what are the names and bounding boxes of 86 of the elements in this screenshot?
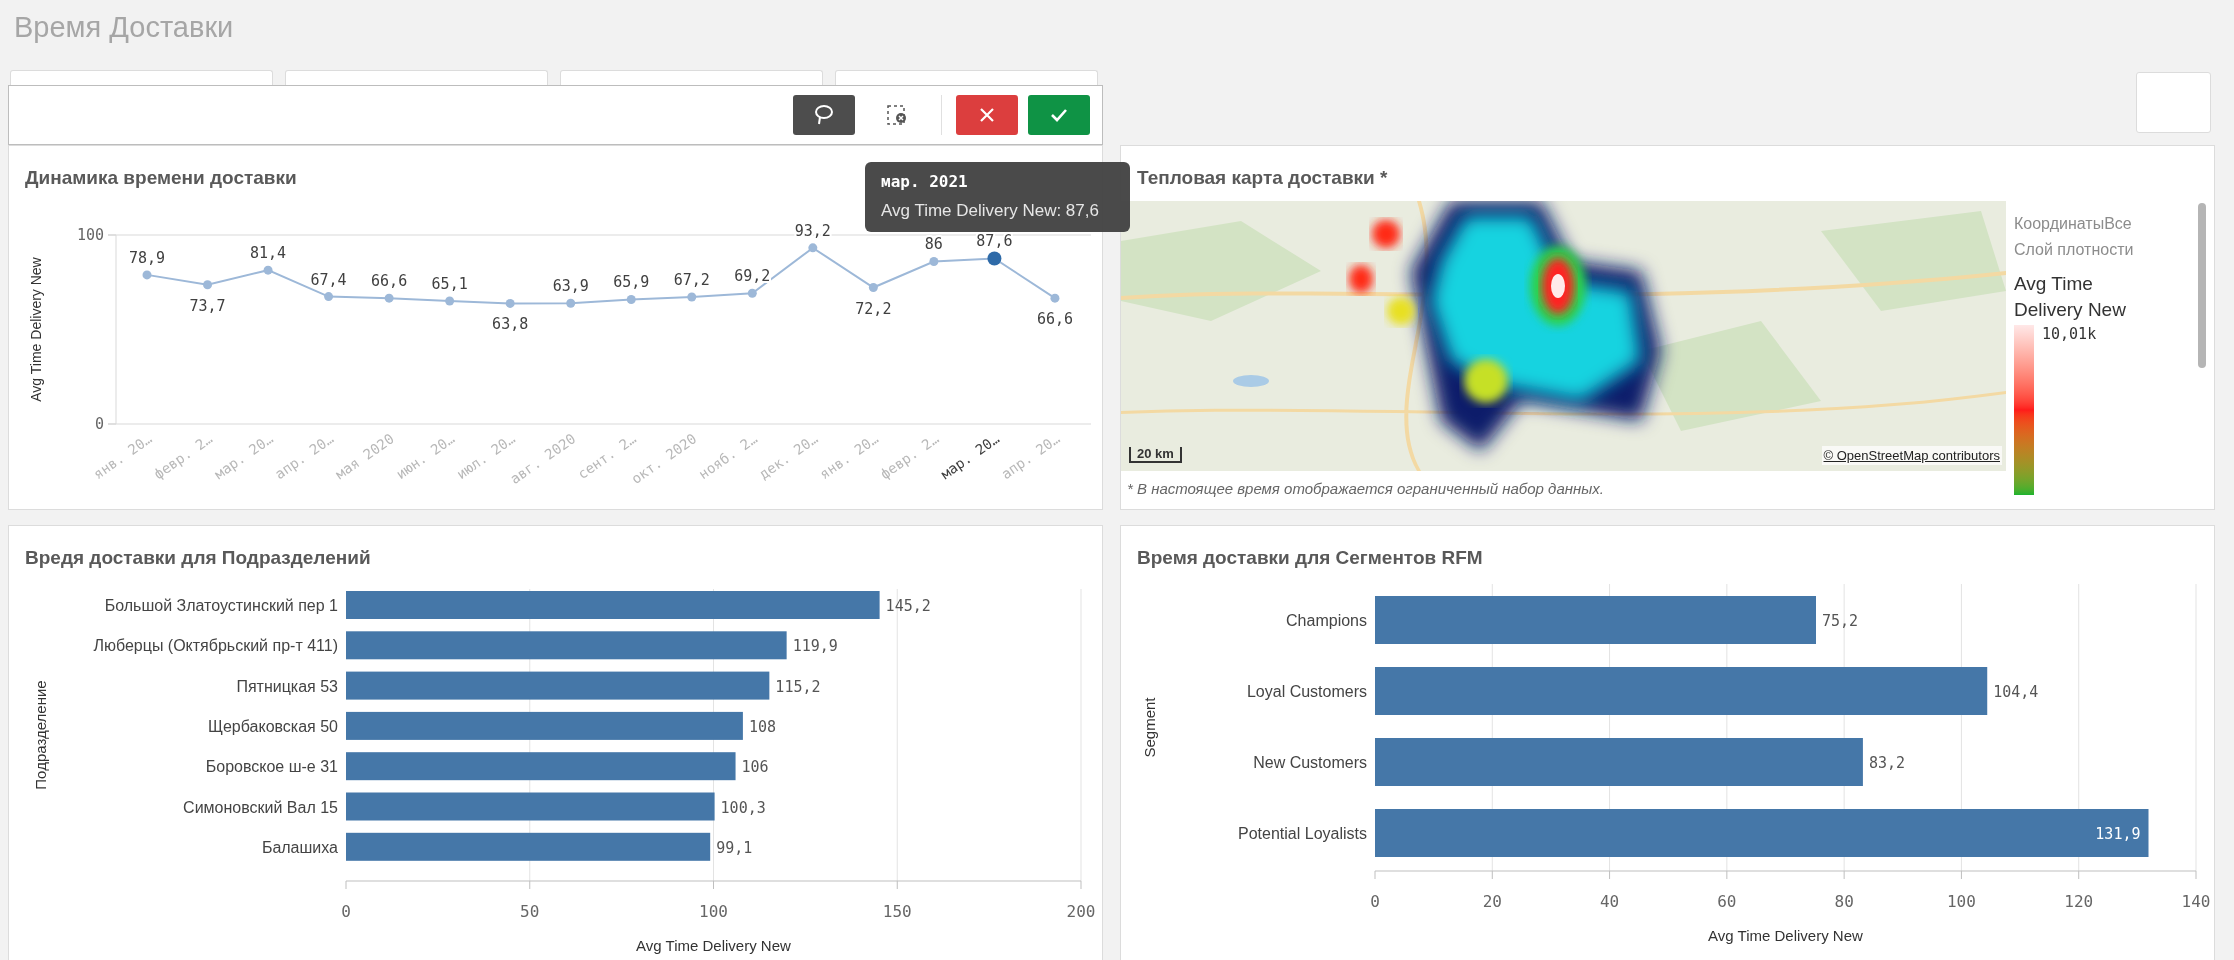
axis-title: Avg Time Delivery New — [1708, 927, 1863, 944]
panel-title: Вредя доставки для Подразделений — [25, 547, 371, 568]
checkmark-icon — [1050, 108, 1068, 122]
lasso-icon — [814, 104, 834, 126]
value-label: 86 — [924, 235, 943, 254]
legend-label: 10,01k — [2042, 325, 2097, 345]
panel-title: Время доставки для Сегментов RFM — [1137, 547, 1483, 568]
category-label: Пятницкая 53 — [236, 677, 338, 695]
scale-bar: 20 km — [1129, 447, 1182, 463]
axis-label: дек. 20… — [756, 430, 821, 483]
tick-label: 100 — [699, 902, 728, 921]
tick-label: 100 — [76, 226, 104, 244]
category-label: New Customers — [1253, 754, 1367, 771]
tick-label: 50 — [520, 902, 540, 921]
legend-title: Avg Time Delivery New — [2014, 272, 2127, 322]
footnote: * В настоящее время отображается ограниченный набор данных. — [1127, 480, 1604, 497]
value-label: 78,9 — [128, 248, 166, 267]
close-icon — [979, 107, 995, 123]
category-label: Potential Loyalists — [1238, 825, 1367, 842]
value-label: 131,9 — [2095, 825, 2141, 843]
value-label: 63,9 — [552, 277, 589, 296]
cancel-button[interactable] — [956, 95, 1018, 135]
category-label: Большой Златоустинский пер 1 — [104, 597, 338, 614]
value-label: 119,9 — [792, 637, 838, 656]
filter-pane[interactable] — [560, 70, 823, 85]
value-label: 73,7 — [189, 296, 226, 315]
confirm-button[interactable] — [1028, 95, 1090, 135]
tick-label: 100 — [1947, 892, 1976, 911]
value-label: 75,2 — [1822, 612, 1859, 630]
legend-text: Слой плотности — [2014, 240, 2135, 260]
tooltip-text: Avg Time Delivery New: 87,6 — [881, 200, 1100, 222]
category-label: Балашиха — [261, 838, 338, 856]
tick-label: 200 — [1066, 902, 1096, 921]
tick-label: 0 — [1370, 892, 1380, 911]
axis-title: Avg Time Delivery New — [28, 257, 44, 402]
value-label: 100,3 — [720, 798, 766, 817]
value-label: 72,2 — [855, 299, 892, 318]
tick-label: 120 — [2064, 892, 2094, 911]
panel-title: Динамика времени доставки — [25, 167, 297, 188]
filter-pane[interactable] — [10, 70, 273, 85]
value-label: 66,6 — [371, 272, 408, 291]
value-label: 65,1 — [431, 274, 468, 293]
value-label: 63,8 — [492, 315, 529, 334]
tick-label: 140 — [2181, 892, 2211, 911]
category-label: Щербаковская 50 — [207, 717, 338, 735]
tick-label: 80 — [1834, 892, 1854, 911]
category-label: Люберцы (Октябрьский пр-т 411) — [93, 637, 338, 655]
axis-label: июн. 20… — [392, 430, 458, 483]
tick-label: 60 — [1717, 892, 1737, 911]
tick-label: 40 — [1599, 892, 1620, 911]
category-label: Champions — [1286, 612, 1367, 629]
value-label: 83,2 — [1868, 754, 1906, 772]
clear-selection-icon — [886, 104, 908, 126]
category-label: Loyal Customers — [1246, 683, 1367, 700]
value-label: 93,2 — [794, 221, 831, 240]
scrollbar[interactable] — [2198, 203, 2206, 368]
value-label: 99,1 — [716, 838, 753, 857]
value-label: 67,4 — [310, 270, 347, 289]
axis-title: Avg Time Delivery New — [636, 937, 791, 954]
legend-text: КоординатыВсе — [2014, 214, 2133, 234]
axis-title: Подразделение — [32, 680, 49, 790]
value-label: 145,2 — [885, 597, 931, 615]
axis-label: янв. 20… — [90, 430, 155, 483]
value-label: 69,2 — [734, 267, 771, 286]
tick-label: 0 — [94, 415, 104, 433]
panel-title: Тепловая карта доставки * — [1137, 167, 1388, 188]
category-label: Боровское ш-е 31 — [205, 758, 338, 776]
filter-pane[interactable] — [285, 70, 548, 85]
value-label: 106 — [741, 758, 769, 777]
value-label: 108 — [748, 717, 776, 736]
value-label: 65,9 — [613, 273, 650, 292]
app-title: Время Доставки — [14, 11, 234, 43]
value-label: 104,4 — [1993, 683, 2039, 701]
tick-label: 20 — [1482, 892, 1502, 911]
value-label: 81,4 — [250, 244, 287, 263]
tick-label: 150 — [882, 902, 912, 921]
value-label: 115,2 — [775, 677, 821, 696]
category-label: Симоновский Вал 15 — [183, 798, 338, 816]
filter-pane[interactable] — [835, 70, 1098, 85]
value-label: 66,6 — [1036, 310, 1073, 329]
axis-title: Segment — [1141, 697, 1158, 758]
value-label: 87,6 — [976, 232, 1013, 251]
tick-label: 0 — [341, 902, 351, 921]
value-label: 67,2 — [673, 271, 710, 289]
lasso-button[interactable] — [793, 95, 855, 135]
tooltip-title: мар. 2021 — [881, 171, 969, 193]
